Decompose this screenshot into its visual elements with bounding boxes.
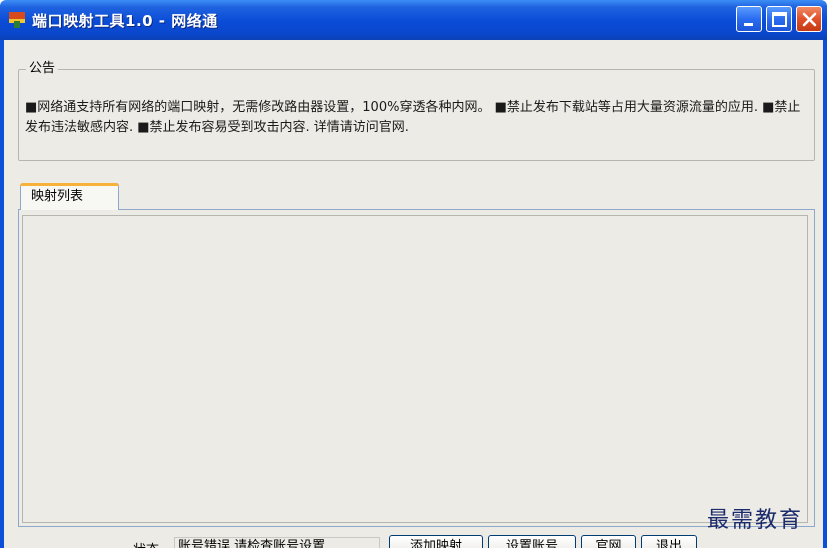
maximize-icon — [772, 12, 787, 27]
minimize-icon — [744, 23, 753, 26]
exit-button[interactable]: 退出 — [641, 535, 697, 548]
mapping-list[interactable] — [22, 215, 808, 523]
minimize-button[interactable] — [736, 6, 762, 32]
title-bar[interactable]: 端口映射工具1.0 - 网络通 — [0, 0, 827, 40]
tab-mapping-list[interactable]: 映射列表 — [20, 183, 119, 210]
close-button[interactable] — [796, 6, 822, 32]
add-mapping-button[interactable]: 添加映射 — [389, 535, 483, 548]
window-title: 端口映射工具1.0 - 网络通 — [32, 12, 218, 30]
app-icon — [9, 12, 25, 28]
maximize-button[interactable] — [766, 6, 792, 32]
watermark: 最需教育 — [707, 508, 804, 533]
website-button[interactable]: 官网 — [581, 535, 636, 548]
status-label: 状态 — [133, 539, 159, 548]
account-settings-button[interactable]: 设置账号 — [488, 535, 576, 548]
status-value: 账号错误,请检查账号设置 — [174, 537, 380, 548]
notice-text: ■网络通支持所有网络的端口映射，无需修改路由器设置，100%穿透各种内网。 ■禁… — [25, 100, 801, 135]
notice-legend: 公告 — [26, 60, 59, 77]
close-icon — [802, 12, 817, 27]
